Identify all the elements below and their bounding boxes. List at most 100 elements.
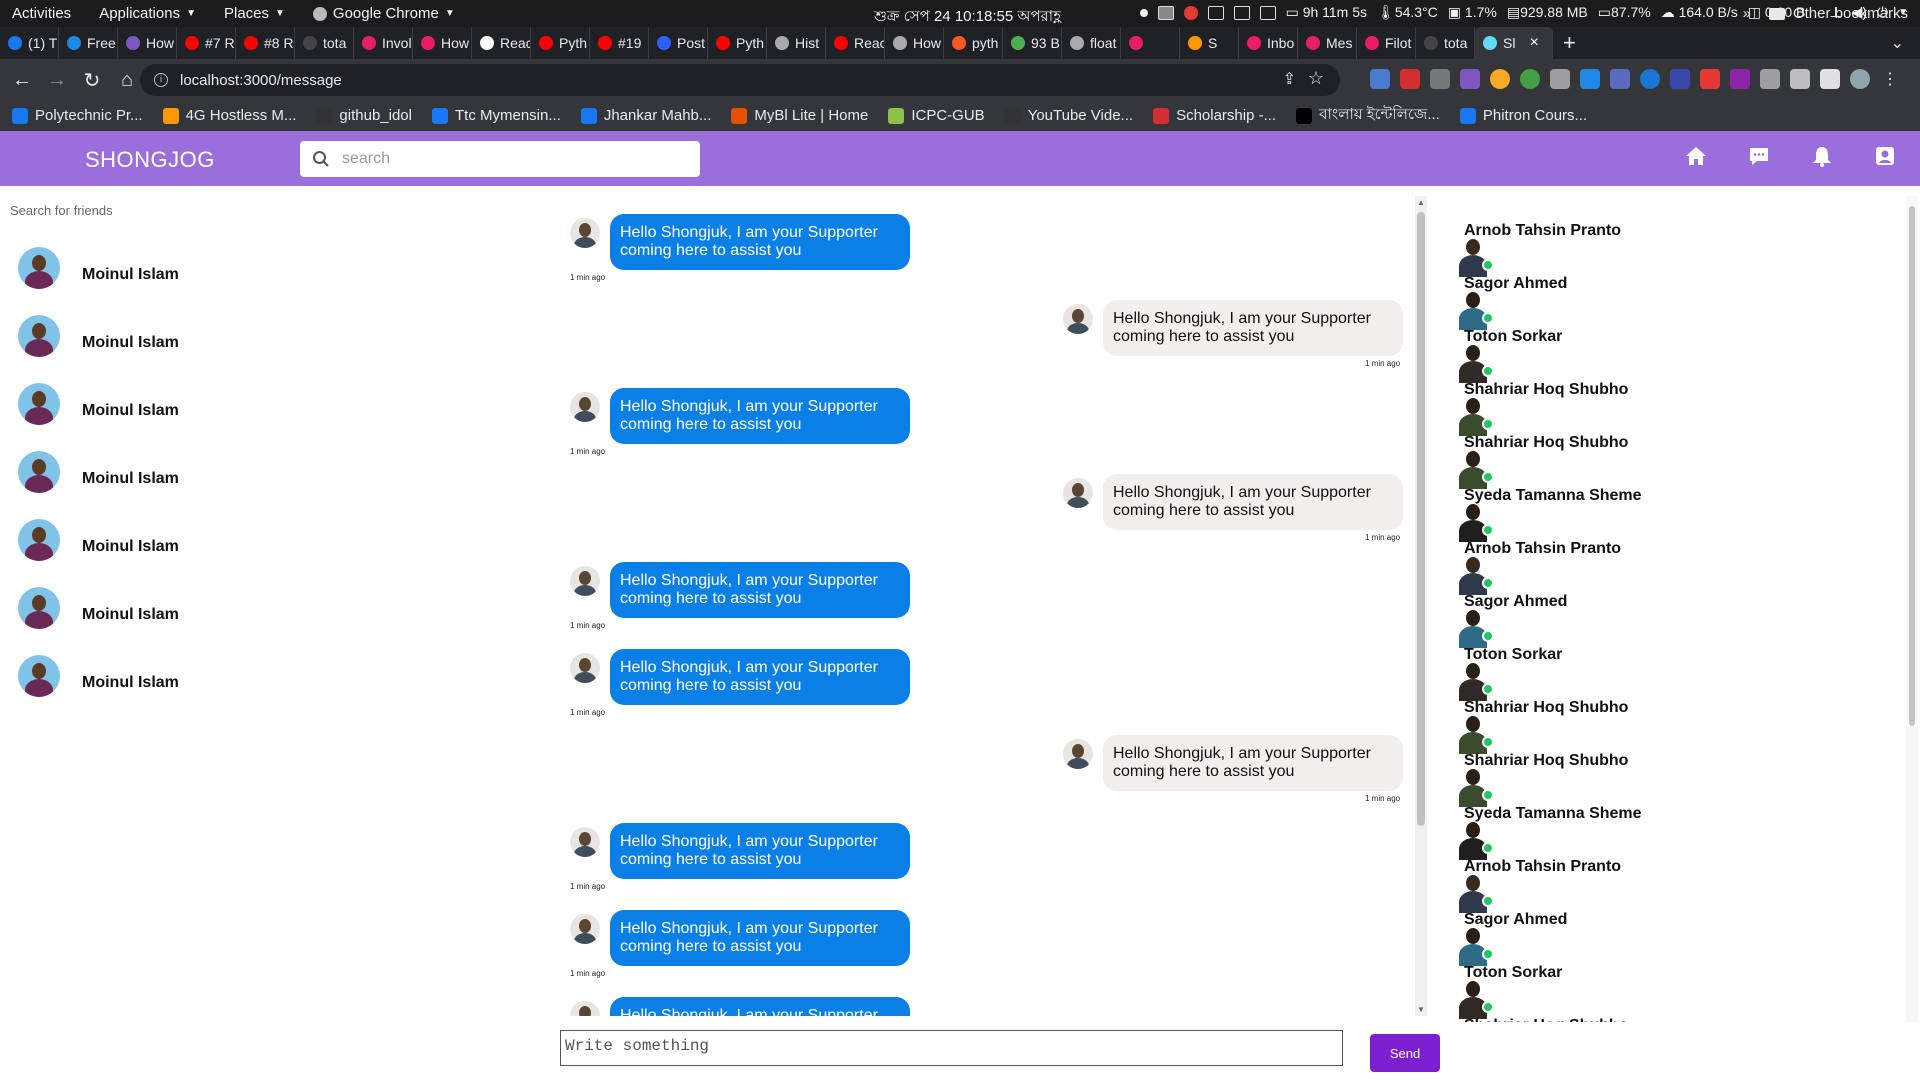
contact-item[interactable]: Sagor Ahmed bbox=[1452, 581, 1567, 648]
browser-tab[interactable]: (1) T bbox=[0, 27, 59, 59]
browser-tab[interactable]: #8 R bbox=[236, 27, 295, 59]
scroll-down-arrow-icon[interactable]: ▼ bbox=[1417, 1005, 1425, 1014]
back-icon[interactable]: ← bbox=[9, 69, 35, 92]
browser-tab[interactable]: float bbox=[1062, 27, 1121, 59]
do-not-disturb-icon[interactable] bbox=[1183, 5, 1198, 20]
extension-icon[interactable] bbox=[1550, 69, 1570, 89]
friend-item[interactable]: Moinul Islam bbox=[18, 247, 179, 289]
message-input[interactable] bbox=[560, 1030, 1343, 1066]
browser-tab[interactable]: pyth bbox=[944, 27, 1003, 59]
browser-tab[interactable]: How bbox=[118, 27, 177, 59]
chrome-menu-icon[interactable]: ⋮ bbox=[1880, 69, 1900, 89]
reload-icon[interactable]: ↻ bbox=[79, 68, 105, 93]
activities-button[interactable]: Activities bbox=[12, 5, 71, 22]
browser-tab[interactable]: Post bbox=[649, 27, 708, 59]
send-button[interactable]: Send bbox=[1370, 1034, 1440, 1072]
bookmark-item[interactable]: ICPC-GUB bbox=[888, 107, 998, 124]
brand-logo[interactable]: SHONGJOG bbox=[85, 147, 215, 173]
browser-tab[interactable]: Invol bbox=[354, 27, 413, 59]
contact-item[interactable]: Arnob Tahsin Pranto bbox=[1452, 210, 1621, 277]
chat-scroll-thumb[interactable] bbox=[1417, 212, 1425, 826]
translate-extension-icon[interactable] bbox=[1370, 69, 1390, 89]
bookmark-item[interactable]: Jhankar Mahb... bbox=[580, 107, 726, 124]
browser-tab[interactable]: 93 B bbox=[1003, 27, 1062, 59]
tab-search-icon[interactable]: ⌄ bbox=[1891, 33, 1904, 53]
browser-tab[interactable]: Filot bbox=[1357, 27, 1416, 59]
notifications-bell-icon[interactable] bbox=[1811, 145, 1833, 167]
clipboard-icon[interactable] bbox=[1259, 5, 1276, 20]
check-extension-icon[interactable] bbox=[1640, 69, 1660, 89]
contact-item[interactable]: Sagor Ahmed bbox=[1452, 899, 1567, 966]
text-extension-icon[interactable] bbox=[1760, 69, 1780, 89]
extension-icon[interactable] bbox=[1610, 69, 1630, 89]
profile-avatar-icon[interactable] bbox=[1850, 69, 1870, 89]
bookmark-item[interactable]: Phitron Cours... bbox=[1459, 107, 1601, 124]
browser-tab[interactable]: Mes bbox=[1298, 27, 1357, 59]
search-input[interactable] bbox=[342, 150, 682, 168]
extension-icon[interactable] bbox=[1670, 69, 1690, 89]
places-menu[interactable]: Places ▼ bbox=[224, 5, 285, 22]
scroll-up-arrow-icon[interactable]: ▲ bbox=[1417, 198, 1425, 207]
contact-item[interactable]: Toton Sorkar bbox=[1452, 952, 1562, 1019]
contact-item[interactable]: Sagor Ahmed bbox=[1452, 263, 1567, 330]
contact-item[interactable]: Toton Sorkar bbox=[1452, 316, 1562, 383]
home-icon[interactable] bbox=[1685, 145, 1707, 167]
window-icon[interactable] bbox=[1157, 5, 1174, 20]
messages-icon[interactable] bbox=[1748, 145, 1770, 167]
contacts-scroll-thumb[interactable] bbox=[1909, 206, 1915, 726]
bookmark-item[interactable]: MyBl Lite | Home bbox=[731, 107, 882, 124]
account-icon[interactable] bbox=[1874, 145, 1896, 167]
sidebar-icon[interactable] bbox=[1820, 69, 1840, 89]
off-extension-icon[interactable] bbox=[1400, 69, 1420, 89]
discord-icon[interactable] bbox=[1207, 5, 1224, 20]
contact-item[interactable]: Shahriar Hoq Shubho bbox=[1452, 422, 1628, 489]
shield-extension-icon[interactable] bbox=[1700, 69, 1720, 89]
bookmark-item[interactable]: Polytechnic Pr... bbox=[12, 107, 157, 124]
contact-item[interactable]: Arnob Tahsin Pranto bbox=[1452, 846, 1621, 913]
bookmark-item[interactable]: Scholarship -... bbox=[1153, 107, 1290, 124]
puzzle-icon[interactable] bbox=[1790, 69, 1810, 89]
browser-tab[interactable]: tota bbox=[1416, 27, 1475, 59]
site-info-icon[interactable]: i bbox=[154, 73, 168, 87]
bookmark-item[interactable]: 4G Hostless M... bbox=[162, 107, 311, 124]
bookmark-item[interactable]: বাংলায় ইন্টেলিজে... bbox=[1296, 103, 1454, 128]
browser-tab[interactable]: Inbo bbox=[1239, 27, 1298, 59]
browser-tab[interactable]: #19 bbox=[590, 27, 649, 59]
browser-tab[interactable] bbox=[1121, 27, 1180, 59]
other-bookmarks-folder[interactable]: Other bookmarks bbox=[1768, 5, 1908, 22]
browser-tab[interactable]: Sl × bbox=[1475, 27, 1553, 59]
share-icon[interactable]: ⇪ bbox=[1283, 69, 1296, 89]
friend-item[interactable]: Moinul Islam bbox=[18, 519, 179, 561]
browser-tab[interactable]: Hist bbox=[767, 27, 826, 59]
extension-icon[interactable] bbox=[1490, 69, 1510, 89]
extension-icon[interactable] bbox=[1520, 69, 1540, 89]
browser-tab[interactable]: How bbox=[413, 27, 472, 59]
forward-icon[interactable]: → bbox=[44, 69, 70, 92]
browser-tab[interactable]: Pyth bbox=[531, 27, 590, 59]
address-bar[interactable]: i localhost:3000/message ⇪ ☆ bbox=[140, 64, 1340, 96]
extension-icon[interactable] bbox=[1460, 69, 1480, 89]
home-icon[interactable]: ⌂ bbox=[114, 69, 140, 92]
browser-tab[interactable]: How bbox=[885, 27, 944, 59]
contact-item[interactable]: Shahriar Hoq Shubho bbox=[1452, 369, 1628, 436]
contact-item[interactable]: Arnob Tahsin Pranto bbox=[1452, 528, 1621, 595]
contact-item[interactable]: Syeda Tamanna Sheme bbox=[1452, 793, 1642, 860]
bookmarks-more-icon[interactable]: » bbox=[1743, 5, 1751, 22]
friend-item[interactable]: Moinul Islam bbox=[18, 451, 179, 493]
contacts-scrollbar[interactable] bbox=[1906, 196, 1918, 1022]
browser-tab[interactable]: Reac bbox=[472, 27, 531, 59]
drive-icon[interactable] bbox=[1233, 5, 1250, 20]
bookmark-star-icon[interactable]: ☆ bbox=[1308, 68, 1324, 89]
friend-item[interactable]: Moinul Islam bbox=[18, 655, 179, 697]
friend-item[interactable]: Moinul Islam bbox=[18, 587, 179, 629]
applications-menu[interactable]: Applications ▼ bbox=[99, 5, 196, 22]
timer-extension-icon[interactable] bbox=[1580, 69, 1600, 89]
new-tab-icon[interactable]: + bbox=[1553, 30, 1586, 56]
extension-icon[interactable] bbox=[1430, 69, 1450, 89]
browser-tab[interactable]: tota bbox=[295, 27, 354, 59]
friend-item[interactable]: Moinul Islam bbox=[18, 383, 179, 425]
browser-tab[interactable]: Pyth bbox=[708, 27, 767, 59]
contact-item[interactable]: Shahriar Hoq Shubho bbox=[1452, 740, 1628, 807]
contact-item[interactable]: Toton Sorkar bbox=[1452, 634, 1562, 701]
extension-icon[interactable] bbox=[1730, 69, 1750, 89]
